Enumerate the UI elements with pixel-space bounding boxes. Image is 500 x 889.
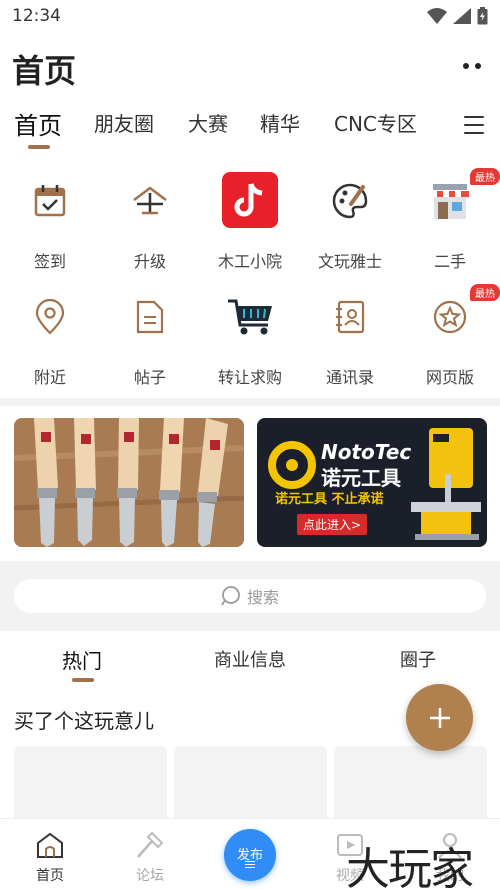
menu-line-icon: [464, 116, 484, 118]
banner-cta-button[interactable]: 点此进入>: [297, 514, 368, 535]
section-divider: [0, 398, 500, 406]
grid-label: 签到: [33, 252, 66, 271]
grid-label: 二手: [433, 252, 466, 271]
grid-item-checkin[interactable]: 签到: [0, 174, 100, 274]
tab-friends[interactable]: 朋友圈: [94, 108, 154, 137]
wifi-icon: [427, 8, 447, 24]
more-dot-icon: [463, 63, 469, 69]
grid-item-workshop[interactable]: 木工小院: [200, 172, 300, 274]
search-input[interactable]: 搜索: [14, 579, 486, 613]
grid-label: 网页版: [425, 368, 474, 387]
active-tab-indicator: [28, 145, 50, 149]
hammer-icon: [134, 829, 166, 861]
banner-brand: NotoTec: [321, 440, 412, 464]
nav-label: 论坛: [136, 868, 164, 884]
hot-badge: 最热: [470, 168, 500, 185]
calendar-check-icon: [23, 174, 77, 228]
subtab-indicator: [72, 678, 94, 682]
status-bar: 12:34: [0, 0, 500, 34]
menu-line-icon: [464, 124, 484, 126]
bandsaw-image: [411, 428, 481, 540]
grid-item-nearby[interactable]: 附近: [0, 290, 100, 390]
grid-label: 附近: [33, 368, 66, 387]
subtab-circles[interactable]: 圈子: [400, 646, 436, 672]
tiktok-icon: [222, 172, 278, 228]
grid-item-collectors[interactable]: 文玩雅士: [300, 174, 400, 274]
signal-icon: [453, 8, 471, 24]
location-pin-icon: [23, 290, 77, 344]
document-icon: [123, 290, 177, 344]
publish-icon: [245, 861, 255, 870]
add-button[interactable]: [406, 684, 473, 751]
post-card[interactable]: [14, 746, 167, 826]
more-dot-icon: [475, 63, 481, 69]
battery-icon: [477, 7, 488, 25]
tab-menu-button[interactable]: [464, 116, 484, 134]
grid-item-secondhand[interactable]: 最热 二手: [400, 168, 500, 274]
post-card[interactable]: [174, 746, 327, 826]
shop-icon: [423, 174, 477, 228]
nav-forum[interactable]: 论坛: [100, 819, 200, 889]
palette-icon: [323, 174, 377, 228]
grid-item-contacts[interactable]: 通讯录: [300, 290, 400, 390]
more-options-button[interactable]: [458, 56, 486, 76]
grid-item-trade[interactable]: 转让求购: [200, 290, 300, 390]
status-icons: [427, 7, 488, 25]
search-section: 搜索: [0, 561, 500, 631]
hot-badge: 最热: [470, 284, 500, 301]
page-title: 首页: [12, 52, 77, 90]
grid-item-upgrade[interactable]: 升级: [100, 174, 200, 274]
nototec-logo: [268, 441, 316, 489]
grid-label: 文玩雅士: [317, 252, 382, 271]
top-tab-bar: 首页 朋友圈 大赛 精华 CNC专区: [0, 108, 500, 152]
status-time: 12:34: [12, 6, 61, 26]
banner-chisels[interactable]: [14, 418, 244, 547]
tab-contest[interactable]: 大赛: [188, 108, 228, 137]
subtab-business[interactable]: 商业信息: [214, 646, 286, 672]
home-icon: [34, 829, 66, 861]
grid-label: 转让求购: [217, 368, 282, 387]
grid-label: 木工小院: [217, 252, 282, 271]
watermark: 大玩家: [346, 844, 474, 889]
grid-label: 升级: [133, 252, 166, 271]
banner-nototec[interactable]: NotoTec 诺元工具 诺元工具 不止承诺 点此进入>: [257, 418, 487, 547]
subtab-hot[interactable]: 热门: [62, 645, 102, 674]
grid-item-posts[interactable]: 帖子: [100, 290, 200, 390]
tab-home[interactable]: 首页: [14, 106, 62, 141]
post-card[interactable]: [334, 746, 487, 826]
tab-featured[interactable]: 精华: [260, 108, 300, 137]
section-title: 买了个这玩意儿: [14, 709, 154, 733]
banner-slogan: 诺元工具 不止承诺: [275, 492, 384, 507]
search-icon: [221, 586, 240, 606]
star-circle-icon: [423, 290, 477, 344]
search-placeholder: 搜索: [246, 588, 279, 607]
grid-label: 帖子: [133, 368, 166, 387]
shopping-cart-icon: [223, 290, 277, 344]
nav-home[interactable]: 首页: [0, 819, 100, 889]
upgrade-arrow-icon: [123, 174, 177, 228]
grid-label: 通讯录: [325, 368, 374, 387]
plus-icon: [429, 707, 450, 728]
banner-brand-cn: 诺元工具: [321, 466, 401, 490]
publish-button[interactable]: 发布: [224, 829, 276, 881]
contacts-icon: [323, 290, 377, 344]
nav-label: 首页: [36, 868, 64, 884]
grid-item-web-version[interactable]: 最热 网页版: [400, 284, 500, 390]
menu-line-icon: [464, 132, 484, 134]
chisels-image: [14, 418, 244, 547]
tab-cnc[interactable]: CNC专区: [334, 108, 417, 137]
